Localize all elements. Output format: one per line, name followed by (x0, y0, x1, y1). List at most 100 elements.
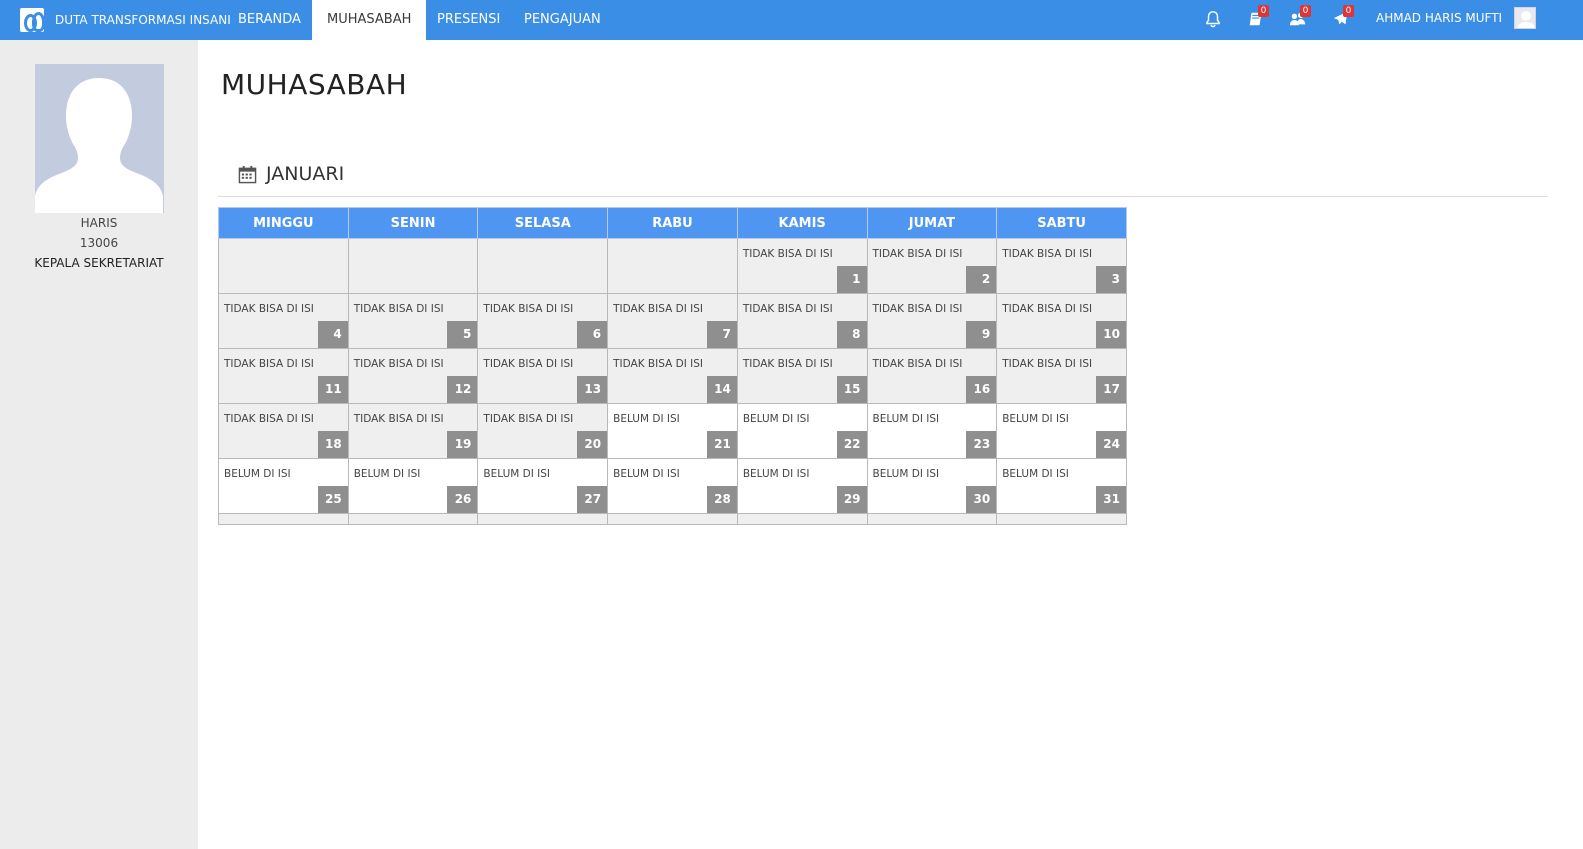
brand[interactable]: DUTA TRANSFORMASI INSANI (20, 8, 231, 32)
day-status[interactable]: BELUM DI ISI (743, 413, 810, 425)
day-status[interactable]: BELUM DI ISI (613, 468, 680, 480)
day-status[interactable]: TIDAK BISA DI ISI (613, 303, 703, 315)
day-status[interactable]: BELUM DI ISI (873, 413, 940, 425)
day-number[interactable]: 19 (447, 431, 478, 458)
calendar-day-cell[interactable]: TIDAK BISA DI ISI 5 (347, 293, 479, 349)
tab-presensi[interactable]: PRESENSI (422, 0, 515, 40)
day-number[interactable]: 27 (577, 486, 608, 513)
calendar-day-cell[interactable]: TIDAK BISA DI ISI 14 (607, 348, 738, 404)
book-icon[interactable]: 0 (1247, 5, 1269, 30)
day-number[interactable]: 20 (577, 431, 608, 458)
day-number[interactable]: 13 (577, 376, 608, 403)
calendar-day-cell[interactable]: BELUM DI ISI 23 (866, 403, 998, 459)
day-status[interactable]: BELUM DI ISI (483, 468, 550, 480)
day-number[interactable]: 18 (317, 431, 348, 458)
day-number[interactable]: 5 (447, 321, 478, 348)
calendar-day-cell[interactable]: TIDAK BISA DI ISI 12 (347, 348, 479, 404)
day-status[interactable]: BELUM DI ISI (1002, 468, 1069, 480)
calendar-day-cell[interactable]: TIDAK BISA DI ISI 11 (218, 348, 349, 404)
day-status[interactable]: BELUM DI ISI (354, 468, 421, 480)
day-number[interactable]: 15 (836, 376, 867, 403)
day-number[interactable]: 11 (317, 376, 348, 403)
user-name[interactable]: AHMAD HARIS MUFTI (1376, 0, 1502, 36)
day-status[interactable]: TIDAK BISA DI ISI (613, 358, 703, 370)
day-number[interactable]: 29 (836, 486, 867, 513)
day-status[interactable]: TIDAK BISA DI ISI (483, 413, 573, 425)
day-status[interactable]: TIDAK BISA DI ISI (354, 413, 444, 425)
day-status[interactable]: TIDAK BISA DI ISI (873, 303, 963, 315)
calendar-day-cell[interactable]: BELUM DI ISI 22 (736, 403, 868, 459)
calendar-day-cell[interactable]: TIDAK BISA DI ISI 6 (477, 293, 609, 349)
calendar-day-cell[interactable]: TIDAK BISA DI ISI 3 (996, 238, 1127, 294)
day-status[interactable]: BELUM DI ISI (224, 468, 291, 480)
day-number[interactable]: 1 (836, 266, 867, 293)
day-status[interactable]: TIDAK BISA DI ISI (1002, 248, 1092, 260)
day-number[interactable]: 31 (1096, 486, 1126, 513)
day-number[interactable]: 16 (966, 376, 997, 403)
day-status[interactable]: TIDAK BISA DI ISI (483, 303, 573, 315)
calendar-day-cell[interactable]: BELUM DI ISI 31 (996, 458, 1127, 514)
day-number[interactable]: 9 (966, 321, 997, 348)
day-number[interactable]: 8 (836, 321, 867, 348)
calendar-day-cell[interactable]: TIDAK BISA DI ISI 18 (218, 403, 349, 459)
calendar-day-cell[interactable]: TIDAK BISA DI ISI 2 (866, 238, 998, 294)
day-number[interactable]: 21 (706, 431, 737, 458)
calendar-day-cell[interactable]: TIDAK BISA DI ISI 8 (736, 293, 868, 349)
day-status[interactable]: TIDAK BISA DI ISI (224, 303, 314, 315)
day-number[interactable]: 10 (1096, 321, 1126, 348)
day-status[interactable]: TIDAK BISA DI ISI (224, 413, 314, 425)
day-number[interactable]: 14 (706, 376, 737, 403)
calendar-day-cell[interactable]: BELUM DI ISI 26 (347, 458, 479, 514)
calendar-day-cell[interactable]: TIDAK BISA DI ISI 17 (996, 348, 1127, 404)
day-status[interactable]: TIDAK BISA DI ISI (743, 303, 833, 315)
day-status[interactable]: TIDAK BISA DI ISI (873, 358, 963, 370)
day-status[interactable]: TIDAK BISA DI ISI (354, 303, 444, 315)
day-number[interactable]: 23 (966, 431, 997, 458)
day-status[interactable]: BELUM DI ISI (873, 468, 940, 480)
tab-pengajuan[interactable]: PENGAJUAN (509, 0, 616, 40)
day-number[interactable]: 6 (577, 321, 608, 348)
day-status[interactable]: BELUM DI ISI (743, 468, 810, 480)
day-status[interactable]: TIDAK BISA DI ISI (873, 248, 963, 260)
day-number[interactable]: 28 (706, 486, 737, 513)
day-number[interactable]: 24 (1096, 431, 1126, 458)
day-status[interactable]: TIDAK BISA DI ISI (743, 248, 833, 260)
calendar-day-cell[interactable]: BELUM DI ISI 25 (218, 458, 349, 514)
user-avatar[interactable] (1514, 7, 1536, 29)
calendar-day-cell[interactable]: BELUM DI ISI 29 (736, 458, 868, 514)
day-status[interactable]: TIDAK BISA DI ISI (483, 358, 573, 370)
calendar-day-cell[interactable]: TIDAK BISA DI ISI 7 (607, 293, 738, 349)
calendar-day-cell[interactable]: BELUM DI ISI 24 (996, 403, 1127, 459)
bell-icon[interactable] (1204, 10, 1224, 30)
calendar-day-cell[interactable]: TIDAK BISA DI ISI 9 (866, 293, 998, 349)
plane-icon[interactable]: 0 (1332, 5, 1354, 30)
calendar-day-cell[interactable]: BELUM DI ISI 27 (477, 458, 609, 514)
calendar-day-cell[interactable]: TIDAK BISA DI ISI 19 (347, 403, 479, 459)
day-number[interactable]: 22 (836, 431, 867, 458)
tab-beranda[interactable]: BERANDA (223, 0, 316, 40)
users-icon[interactable]: 0 (1289, 5, 1311, 30)
day-number[interactable]: 17 (1096, 376, 1126, 403)
calendar-day-cell[interactable]: TIDAK BISA DI ISI 20 (477, 403, 609, 459)
day-number[interactable]: 25 (317, 486, 348, 513)
day-number[interactable]: 26 (447, 486, 478, 513)
day-status[interactable]: TIDAK BISA DI ISI (743, 358, 833, 370)
day-number[interactable]: 30 (966, 486, 997, 513)
day-number[interactable]: 2 (966, 266, 997, 293)
day-number[interactable]: 4 (317, 321, 348, 348)
calendar-day-cell[interactable]: TIDAK BISA DI ISI 10 (996, 293, 1127, 349)
day-number[interactable]: 7 (706, 321, 737, 348)
day-status[interactable]: BELUM DI ISI (1002, 413, 1069, 425)
day-status[interactable]: TIDAK BISA DI ISI (354, 358, 444, 370)
calendar-day-cell[interactable]: TIDAK BISA DI ISI 16 (866, 348, 998, 404)
day-number[interactable]: 3 (1096, 266, 1126, 293)
calendar-day-cell[interactable]: TIDAK BISA DI ISI 13 (477, 348, 609, 404)
calendar-day-cell[interactable]: TIDAK BISA DI ISI 4 (218, 293, 349, 349)
day-status[interactable]: TIDAK BISA DI ISI (1002, 358, 1092, 370)
calendar-day-cell[interactable]: BELUM DI ISI 28 (607, 458, 738, 514)
calendar-day-cell[interactable]: BELUM DI ISI 21 (607, 403, 738, 459)
calendar-day-cell[interactable]: TIDAK BISA DI ISI 15 (736, 348, 868, 404)
tab-muhasabah[interactable]: MUHASABAH (312, 0, 427, 40)
calendar-day-cell[interactable]: BELUM DI ISI 30 (866, 458, 998, 514)
day-status[interactable]: BELUM DI ISI (613, 413, 680, 425)
